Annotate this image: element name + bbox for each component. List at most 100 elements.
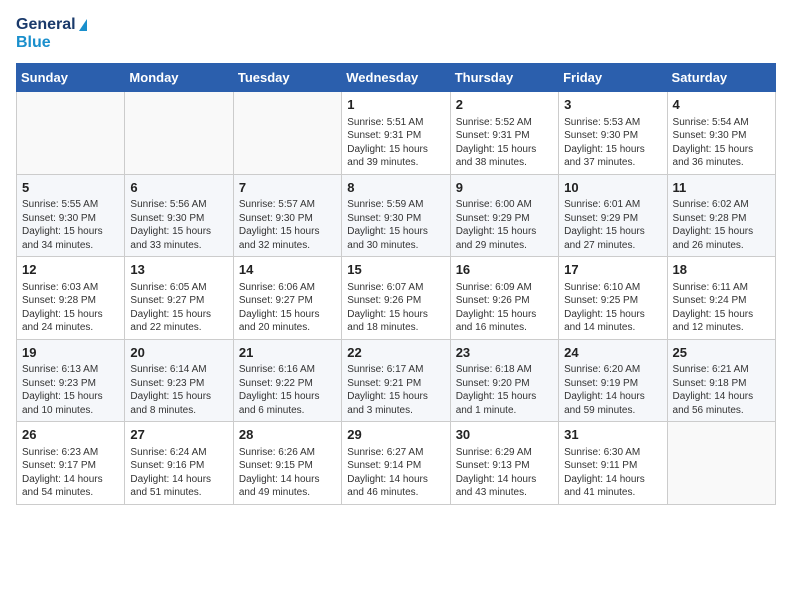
day-number: 25 [673, 344, 770, 362]
day-info: Sunrise: 6:18 AM Sunset: 9:20 PM Dayligh… [456, 363, 553, 417]
day-number: 5 [22, 179, 119, 197]
week-row-2: 5Sunrise: 5:55 AM Sunset: 9:30 PM Daylig… [17, 174, 776, 257]
day-number: 31 [564, 426, 661, 444]
day-number: 1 [347, 96, 444, 114]
calendar-cell: 7Sunrise: 5:57 AM Sunset: 9:30 PM Daylig… [233, 174, 341, 257]
day-info: Sunrise: 6:07 AM Sunset: 9:26 PM Dayligh… [347, 281, 444, 335]
day-number: 30 [456, 426, 553, 444]
day-info: Sunrise: 6:16 AM Sunset: 9:22 PM Dayligh… [239, 363, 336, 417]
day-info: Sunrise: 6:02 AM Sunset: 9:28 PM Dayligh… [673, 198, 770, 252]
calendar-cell: 17Sunrise: 6:10 AM Sunset: 9:25 PM Dayli… [559, 257, 667, 340]
week-row-4: 19Sunrise: 6:13 AM Sunset: 9:23 PM Dayli… [17, 339, 776, 422]
day-number: 18 [673, 261, 770, 279]
calendar-cell: 31 Sunrise: 6:30 AM Sunset: 9:11 PM Dayli… [559, 422, 667, 505]
calendar-cell [233, 92, 341, 175]
day-info: Sunrise: 6:10 AM Sunset: 9:25 PM Dayligh… [564, 281, 661, 335]
day-info: Sunrise: 6:13 AM Sunset: 9:23 PM Dayligh… [22, 363, 119, 417]
page-header: General Blue [16, 16, 776, 51]
logo-container: General Blue [16, 16, 87, 51]
day-info: Sunrise: 5:57 AM Sunset: 9:30 PM Dayligh… [239, 198, 336, 252]
calendar-cell: 4 Sunrise: 5:54 AM Sunset: 9:30 PM Daylig… [667, 92, 775, 175]
weekday-header-friday: Friday [559, 64, 667, 92]
logo-blue: Blue [16, 34, 87, 52]
day-number: 19 [22, 344, 119, 362]
day-number: 4 [673, 96, 770, 114]
calendar-cell: 13 Sunrise: 6:05 AM Sunset: 9:27 PM Dayli… [125, 257, 233, 340]
day-number: 20 [130, 344, 227, 362]
calendar-cell: 27 Sunrise: 6:24 AM Sunset: 9:16 PM Dayli… [125, 422, 233, 505]
calendar-table: SundayMondayTuesdayWednesdayThursdayFrid… [16, 63, 776, 505]
day-info: Sunrise: 6:23 AM Sunset: 9:17 PM Dayligh… [22, 446, 119, 500]
calendar-cell: 24Sunrise: 6:20 AM Sunset: 9:19 PM Dayli… [559, 339, 667, 422]
day-info: Sunrise: 5:54 AM Sunset: 9:30 PM Dayligh… [673, 116, 770, 170]
weekday-header-sunday: Sunday [17, 64, 125, 92]
weekday-header-monday: Monday [125, 64, 233, 92]
day-info: Sunrise: 6:30 AM Sunset: 9:11 PM Dayligh… [564, 446, 661, 500]
calendar-cell: 19Sunrise: 6:13 AM Sunset: 9:23 PM Dayli… [17, 339, 125, 422]
day-info: Sunrise: 5:56 AM Sunset: 9:30 PM Dayligh… [130, 198, 227, 252]
calendar-cell: 9Sunrise: 6:00 AM Sunset: 9:29 PM Daylig… [450, 174, 558, 257]
day-info: Sunrise: 6:01 AM Sunset: 9:29 PM Dayligh… [564, 198, 661, 252]
weekday-header-thursday: Thursday [450, 64, 558, 92]
day-info: Sunrise: 6:03 AM Sunset: 9:28 PM Dayligh… [22, 281, 119, 335]
day-number: 11 [673, 179, 770, 197]
day-info: Sunrise: 6:24 AM Sunset: 9:16 PM Dayligh… [130, 446, 227, 500]
calendar-cell: 30 Sunrise: 6:29 AM Sunset: 9:13 PM Dayli… [450, 422, 558, 505]
day-number: 29 [347, 426, 444, 444]
calendar-cell [17, 92, 125, 175]
day-number: 28 [239, 426, 336, 444]
day-number: 7 [239, 179, 336, 197]
calendar-cell: 23Sunrise: 6:18 AM Sunset: 9:20 PM Dayli… [450, 339, 558, 422]
day-info: Sunrise: 6:06 AM Sunset: 9:27 PM Dayligh… [239, 281, 336, 335]
day-number: 2 [456, 96, 553, 114]
day-info: Sunrise: 5:52 AM Sunset: 9:31 PM Dayligh… [456, 116, 553, 170]
day-number: 12 [22, 261, 119, 279]
day-number: 15 [347, 261, 444, 279]
weekday-header-wednesday: Wednesday [342, 64, 450, 92]
day-info: Sunrise: 5:53 AM Sunset: 9:30 PM Dayligh… [564, 116, 661, 170]
day-number: 10 [564, 179, 661, 197]
day-number: 23 [456, 344, 553, 362]
day-number: 24 [564, 344, 661, 362]
calendar-cell: 11Sunrise: 6:02 AM Sunset: 9:28 PM Dayli… [667, 174, 775, 257]
calendar-cell [667, 422, 775, 505]
day-info: Sunrise: 5:59 AM Sunset: 9:30 PM Dayligh… [347, 198, 444, 252]
weekday-header-tuesday: Tuesday [233, 64, 341, 92]
calendar-cell: 2 Sunrise: 5:52 AM Sunset: 9:31 PM Daylig… [450, 92, 558, 175]
calendar-cell [125, 92, 233, 175]
day-number: 13 [130, 261, 227, 279]
calendar-cell: 3Sunrise: 5:53 AM Sunset: 9:30 PM Daylig… [559, 92, 667, 175]
weekday-header-row: SundayMondayTuesdayWednesdayThursdayFrid… [17, 64, 776, 92]
day-number: 21 [239, 344, 336, 362]
day-info: Sunrise: 6:00 AM Sunset: 9:29 PM Dayligh… [456, 198, 553, 252]
day-number: 26 [22, 426, 119, 444]
calendar-cell: 20Sunrise: 6:14 AM Sunset: 9:23 PM Dayli… [125, 339, 233, 422]
day-info: Sunrise: 6:17 AM Sunset: 9:21 PM Dayligh… [347, 363, 444, 417]
calendar-cell: 14Sunrise: 6:06 AM Sunset: 9:27 PM Dayli… [233, 257, 341, 340]
day-info: Sunrise: 6:21 AM Sunset: 9:18 PM Dayligh… [673, 363, 770, 417]
day-number: 8 [347, 179, 444, 197]
logo-general: General [16, 16, 87, 34]
logo: General Blue [16, 16, 87, 51]
day-number: 27 [130, 426, 227, 444]
week-row-3: 12 Sunrise: 6:03 AM Sunset: 9:28 PM Dayli… [17, 257, 776, 340]
calendar-cell: 26 Sunrise: 6:23 AM Sunset: 9:17 PM Dayli… [17, 422, 125, 505]
day-info: Sunrise: 5:51 AM Sunset: 9:31 PM Dayligh… [347, 116, 444, 170]
calendar-cell: 22Sunrise: 6:17 AM Sunset: 9:21 PM Dayli… [342, 339, 450, 422]
calendar-cell: 8Sunrise: 5:59 AM Sunset: 9:30 PM Daylig… [342, 174, 450, 257]
day-info: Sunrise: 6:26 AM Sunset: 9:15 PM Dayligh… [239, 446, 336, 500]
weekday-header-saturday: Saturday [667, 64, 775, 92]
calendar-cell: 12 Sunrise: 6:03 AM Sunset: 9:28 PM Dayli… [17, 257, 125, 340]
day-info: Sunrise: 6:29 AM Sunset: 9:13 PM Dayligh… [456, 446, 553, 500]
day-info: Sunrise: 6:09 AM Sunset: 9:26 PM Dayligh… [456, 281, 553, 335]
calendar-cell: 18Sunrise: 6:11 AM Sunset: 9:24 PM Dayli… [667, 257, 775, 340]
day-info: Sunrise: 6:14 AM Sunset: 9:23 PM Dayligh… [130, 363, 227, 417]
day-info: Sunrise: 6:05 AM Sunset: 9:27 PM Dayligh… [130, 281, 227, 335]
calendar-cell: 29 Sunrise: 6:27 AM Sunset: 9:14 PM Dayli… [342, 422, 450, 505]
day-number: 16 [456, 261, 553, 279]
calendar-cell: 10Sunrise: 6:01 AM Sunset: 9:29 PM Dayli… [559, 174, 667, 257]
day-info: Sunrise: 6:27 AM Sunset: 9:14 PM Dayligh… [347, 446, 444, 500]
day-number: 22 [347, 344, 444, 362]
week-row-5: 26 Sunrise: 6:23 AM Sunset: 9:17 PM Dayli… [17, 422, 776, 505]
calendar-cell: 25Sunrise: 6:21 AM Sunset: 9:18 PM Dayli… [667, 339, 775, 422]
